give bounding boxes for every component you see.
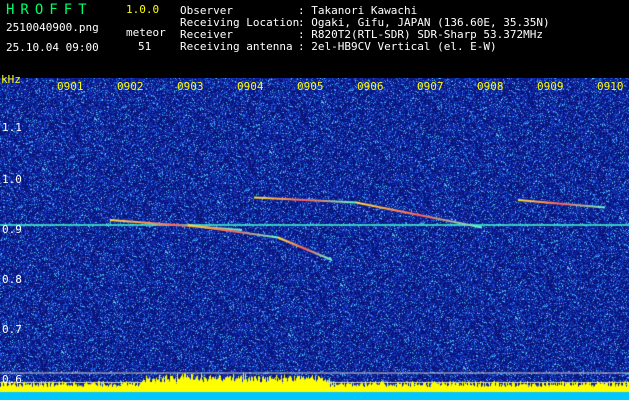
x-tick-0907: 0907 (417, 80, 444, 93)
app-version: 1.0.0 (126, 3, 160, 16)
y-tick-0-7: 0.7 (2, 323, 22, 336)
date-time: 25.10.04 09:00 (6, 41, 99, 54)
y-tick-0-9: 0.9 (2, 223, 22, 236)
x-tick-0901: 0901 (57, 80, 84, 93)
y-tick-0-6: 0.6 (2, 373, 22, 386)
meteor-count: 51 (138, 40, 152, 53)
y-axis-unit: kHz (1, 73, 21, 86)
x-tick-0902: 0902 (117, 80, 144, 93)
x-tick-0910: 0910 (597, 80, 624, 93)
meteor-label: meteor (126, 26, 166, 39)
info-value-antenna: : 2el-HB9CV Vertical (el. E-W) (298, 40, 497, 53)
x-tick-0903: 0903 (177, 80, 204, 93)
app-title: HROFFT (6, 2, 93, 18)
x-tick-0906: 0906 (357, 80, 384, 93)
x-tick-0905: 0905 (297, 80, 324, 93)
spectrogram (0, 78, 629, 400)
file-name: 2510040900.png (6, 21, 99, 34)
header-panel: HROFFT 1.0.0 2510040900.png 25.10.04 09:… (0, 0, 629, 78)
y-tick-0-8: 0.8 (2, 273, 22, 286)
info-key-antenna: Receiving antenna (180, 40, 293, 53)
x-tick-0909: 0909 (537, 80, 564, 93)
y-tick-1-0: 1.0 (2, 173, 22, 186)
x-tick-0908: 0908 (477, 80, 504, 93)
y-tick-1-1: 1.1 (2, 121, 22, 134)
x-tick-0904: 0904 (237, 80, 264, 93)
